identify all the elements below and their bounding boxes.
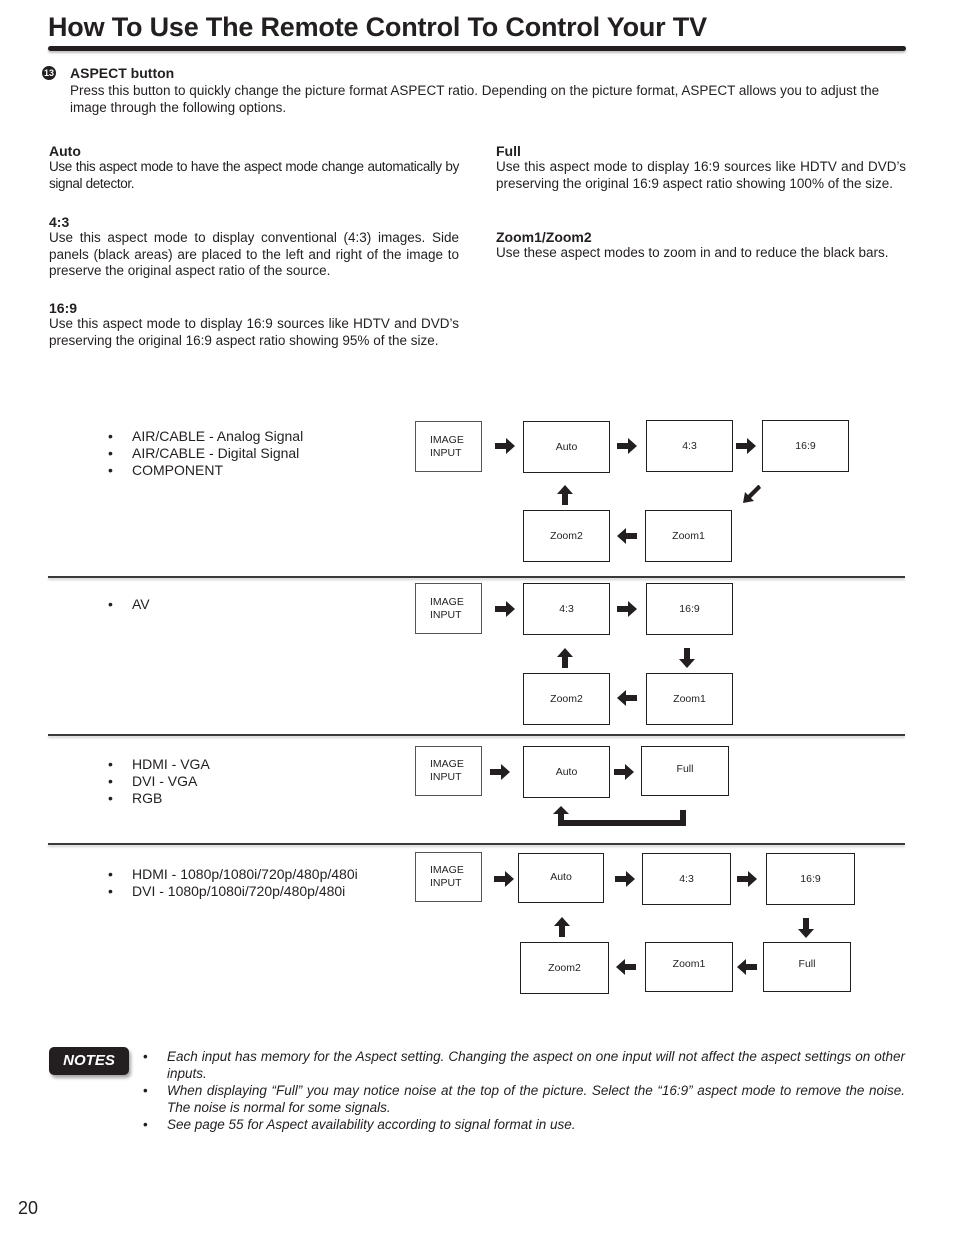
arrow-right-icon xyxy=(495,601,515,617)
arrow-down-icon xyxy=(679,648,695,668)
section-heading: ASPECT button xyxy=(70,65,175,81)
page-title: How To Use The Remote Control To Control… xyxy=(48,12,707,42)
input-source: DVI - 1080p/1080i/720p/480p/480i xyxy=(108,883,358,900)
mode-box-4-3: 4:3 xyxy=(646,420,733,472)
mode-box-4-3: 4:3 xyxy=(642,853,731,905)
section-divider xyxy=(48,576,905,578)
mode-auto-title: Auto xyxy=(49,143,81,159)
mode-16-9-title: 16:9 xyxy=(49,300,78,316)
title-rule xyxy=(48,46,906,51)
arrow-right-icon xyxy=(737,871,757,887)
mode-box-16-9: 16:9 xyxy=(766,853,855,905)
mode-box-auto: Auto xyxy=(523,746,610,798)
image-input-box: IMAGE INPUT xyxy=(415,746,482,796)
input-source: HDMI - VGA xyxy=(108,756,210,773)
notes-badge: NOTES xyxy=(49,1047,129,1075)
flow3-input-list: HDMI - VGA DVI - VGA RGB xyxy=(108,756,210,807)
mode-box-zoom1: Zoom1 xyxy=(645,510,732,562)
image-input-box: IMAGE INPUT xyxy=(415,583,482,634)
mode-box-zoom2: Zoom2 xyxy=(520,942,609,994)
arrow-right-icon xyxy=(736,438,756,454)
arrow-right-icon xyxy=(617,601,637,617)
mode-full-title: Full xyxy=(496,143,521,159)
page-number: 20 xyxy=(18,1198,39,1218)
section-divider xyxy=(48,843,905,845)
flow1-input-list: AIR/CABLE - Analog Signal AIR/CABLE - Di… xyxy=(108,428,303,479)
image-input-label: IMAGE xyxy=(430,864,464,876)
arrow-down-icon xyxy=(798,918,814,938)
mode-full-text: Use this aspect mode to display 16:9 sou… xyxy=(496,159,906,191)
mode-box-zoom1: Zoom1 xyxy=(646,673,733,725)
arrow-left-icon xyxy=(617,690,637,706)
input-source: DVI - VGA xyxy=(108,773,210,790)
input-source: AIR/CABLE - Digital Signal xyxy=(108,445,303,462)
arrow-right-icon xyxy=(490,764,510,780)
section-description: Press this button to quickly change the … xyxy=(70,83,880,115)
arrow-left-icon xyxy=(617,528,637,544)
arrow-right-icon xyxy=(617,438,637,454)
mode-box-full: Full xyxy=(641,746,729,796)
mode-16-9-text: Use this aspect mode to display 16:9 sou… xyxy=(49,316,459,348)
arrow-right-icon xyxy=(494,871,514,887)
arrow-up-icon xyxy=(554,917,570,937)
mode-box-auto: Auto xyxy=(518,853,604,903)
image-input-label: INPUT xyxy=(430,877,462,889)
input-source: HDMI - 1080p/1080i/720p/480p/480i xyxy=(108,866,358,883)
image-input-label: INPUT xyxy=(430,771,462,783)
image-input-label: IMAGE xyxy=(430,758,464,770)
arrow-up-icon xyxy=(557,648,573,668)
mode-auto-text: Use this aspect mode to have the aspect … xyxy=(49,159,459,191)
image-input-label: IMAGE xyxy=(430,433,464,446)
mode-full: Full Use this aspect mode to display 16:… xyxy=(496,143,906,192)
mode-box-16-9: 16:9 xyxy=(646,583,733,635)
arrow-left-icon xyxy=(616,959,636,975)
mode-auto: Auto Use this aspect mode to have the as… xyxy=(49,143,459,192)
mode-box-4-3: 4:3 xyxy=(523,583,610,635)
flow4-input-list: HDMI - 1080p/1080i/720p/480p/480i DVI - … xyxy=(108,866,358,900)
note-item: Each input has memory for the Aspect set… xyxy=(143,1048,905,1082)
mode-box-zoom2: Zoom2 xyxy=(523,510,610,562)
mode-zoom: Zoom1/Zoom2 Use these aspect modes to zo… xyxy=(496,229,906,262)
flow2-input-list: AV xyxy=(108,596,150,613)
mode-16-9: 16:9 Use this aspect mode to display 16:… xyxy=(49,300,459,349)
mode-4-3: 4:3 Use this aspect mode to display conv… xyxy=(49,214,459,280)
mode-4-3-text: Use this aspect mode to display conventi… xyxy=(49,230,459,278)
image-input-label: IMAGE xyxy=(430,595,464,608)
notes-list: Each input has memory for the Aspect set… xyxy=(143,1048,905,1133)
image-input-label: INPUT xyxy=(430,446,462,459)
mode-box-auto: Auto xyxy=(523,421,610,473)
input-source: AIR/CABLE - Analog Signal xyxy=(108,428,303,445)
arrow-up-icon xyxy=(557,485,573,505)
arrow-left-icon xyxy=(737,959,757,975)
mode-box-16-9: 16:9 xyxy=(762,420,849,472)
mode-4-3-title: 4:3 xyxy=(49,214,70,230)
note-item: When displaying “Full” you may notice no… xyxy=(143,1082,905,1116)
note-item: See page 55 for Aspect availability acco… xyxy=(143,1116,905,1133)
input-source: AV xyxy=(108,596,150,613)
mode-box-zoom1: Zoom1 xyxy=(645,942,733,992)
mode-box-zoom2: Zoom2 xyxy=(523,673,610,725)
image-input-box: IMAGE INPUT xyxy=(415,852,482,902)
loop-back-arrow-icon xyxy=(553,806,686,826)
arrow-right-icon xyxy=(615,871,635,887)
arrow-right-icon xyxy=(614,764,634,780)
arrow-right-icon xyxy=(495,438,515,454)
item-number-badge: 13 xyxy=(42,66,56,80)
mode-zoom-title: Zoom1/Zoom2 xyxy=(496,229,592,245)
image-input-box: IMAGE INPUT xyxy=(415,421,482,472)
arrow-down-left-icon xyxy=(743,485,761,503)
mode-zoom-text: Use these aspect modes to zoom in and to… xyxy=(496,245,889,260)
input-source: RGB xyxy=(108,790,210,807)
image-input-label: INPUT xyxy=(430,608,462,621)
input-source: COMPONENT xyxy=(108,462,303,479)
section-divider xyxy=(48,734,905,736)
mode-box-full: Full xyxy=(763,942,851,992)
